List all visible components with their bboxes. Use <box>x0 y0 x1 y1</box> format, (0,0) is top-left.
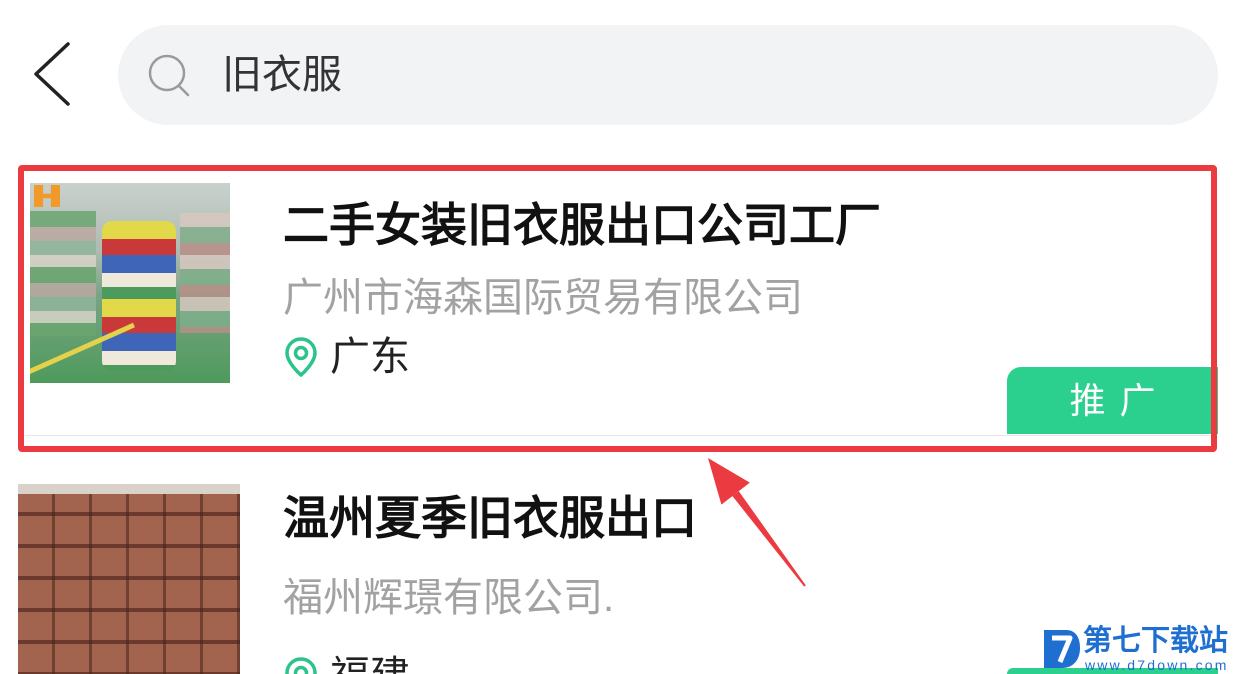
search-icon <box>148 54 190 97</box>
result-title[interactable]: 温州夏季旧衣服出口 <box>283 490 697 546</box>
search-input[interactable] <box>222 49 1122 101</box>
search-bar[interactable] <box>118 25 1218 125</box>
watermark-name: 第七下载站 <box>1083 625 1229 657</box>
result-thumbnail <box>18 484 240 674</box>
highlight-box <box>18 165 1217 452</box>
result-company: 福州辉璟有限公司. <box>283 576 615 620</box>
location-pin-icon <box>285 657 317 674</box>
watermark-logo-icon <box>1044 630 1080 668</box>
result-location-row: 福建 <box>0 650 600 674</box>
back-chevron-icon[interactable] <box>28 38 76 110</box>
result-location: 福建 <box>330 652 410 674</box>
watermark-url: www.d7down.com <box>1085 657 1229 673</box>
